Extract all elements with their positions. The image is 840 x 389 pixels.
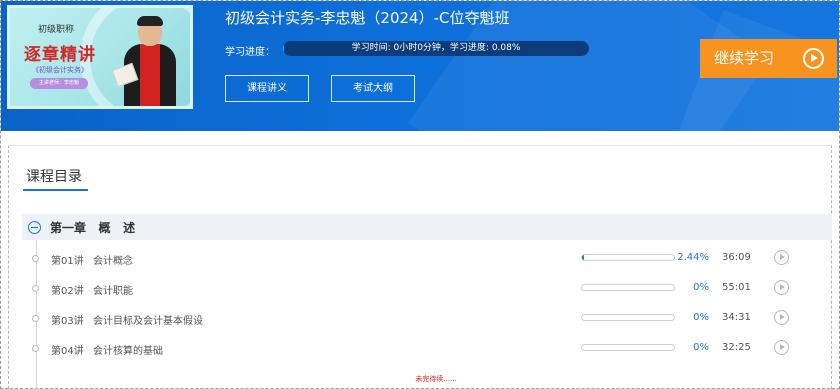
thumbnail-teacher-tag: 主讲老师：李忠魁 — [30, 78, 88, 89]
chapter-header[interactable]: 第一章 概 述 — [22, 214, 832, 240]
lesson-duration: 55:01 — [722, 282, 751, 293]
lesson-percent: 0% — [693, 312, 709, 323]
lesson-percent: 2.44% — [677, 252, 709, 263]
teacher-photo — [111, 16, 178, 106]
timeline-dot — [32, 255, 39, 262]
course-thumbnail: 初级职称 逐章精讲 《初级会计实务》 主讲老师：李忠魁 — [7, 5, 193, 109]
lesson-number: 第03讲 — [51, 316, 84, 327]
lesson-duration: 36:09 — [722, 252, 751, 263]
lesson-progress-bar — [581, 254, 675, 261]
lesson-duration: 34:31 — [722, 312, 751, 323]
thumbnail-subtitle: 《初级会计实务》 — [32, 66, 88, 74]
lesson-percent: 0% — [693, 282, 709, 293]
handout-button[interactable]: 课程讲义 — [225, 75, 309, 102]
lesson-row[interactable]: 第02讲 会计职能 0% 55:01 — [22, 275, 832, 305]
play-icon[interactable] — [774, 280, 789, 295]
lesson-row[interactable]: 第03讲 会计目标及会计基本假设 0% 34:31 — [22, 305, 832, 335]
lesson-number: 第01讲 — [51, 256, 84, 267]
continue-learning-label: 继续学习 — [714, 49, 775, 67]
course-title: 初级会计实务-李忠魁（2024）-C位夺魁班 — [225, 9, 510, 27]
lesson-row[interactable]: 第01讲 会计概念 2.44% 36:09 — [22, 245, 832, 275]
chapter-title: 第一章 概 述 — [50, 221, 136, 235]
to-be-continued-note: 未完待续...... — [415, 375, 457, 383]
lesson-percent: 0% — [693, 342, 709, 353]
lesson-name: 会计目标及会计基本假设 — [93, 316, 203, 327]
lesson-progress-bar — [581, 344, 675, 351]
lesson-progress-bar — [581, 284, 675, 291]
lesson-number: 第04讲 — [51, 346, 84, 357]
lesson-number: 第02讲 — [51, 286, 84, 297]
lesson-row[interactable]: 第04讲 会计核算的基础 0% 32:25 — [22, 335, 832, 365]
timeline-dot — [32, 345, 39, 352]
lesson-progress-fill — [582, 255, 585, 260]
timeline-dot — [32, 315, 39, 322]
thumbnail-level: 初级职称 — [38, 25, 75, 35]
play-icon[interactable] — [774, 250, 789, 265]
play-icon[interactable] — [774, 310, 789, 325]
catalog-title: 课程目录 — [26, 169, 82, 185]
lesson-progress-bar — [581, 314, 675, 321]
thumbnail-title: 逐章精讲 — [24, 45, 96, 65]
study-progress-bar: 学习时间: 0小时0分钟，学习进度: 0.08% — [283, 41, 589, 56]
catalog-title-underline — [23, 189, 88, 191]
syllabus-button[interactable]: 考试大纲 — [331, 75, 415, 102]
timeline-dot — [32, 285, 39, 292]
lesson-name: 会计核算的基础 — [93, 346, 163, 357]
lesson-name: 会计职能 — [93, 286, 133, 297]
lesson-duration: 32:25 — [722, 342, 751, 353]
lesson-name: 会计概念 — [93, 256, 133, 267]
progress-label: 学习进度： — [225, 47, 275, 58]
study-progress-text: 学习时间: 0小时0分钟，学习进度: 0.08% — [351, 43, 521, 53]
play-icon[interactable] — [774, 340, 789, 355]
play-circle-icon — [803, 48, 824, 69]
course-header: 初级职称 逐章精讲 《初级会计实务》 主讲老师：李忠魁 初级会计实务-李忠魁（2… — [1, 1, 839, 131]
continue-learning-button[interactable]: 继续学习 — [700, 39, 837, 78]
collapse-icon[interactable] — [28, 221, 41, 234]
